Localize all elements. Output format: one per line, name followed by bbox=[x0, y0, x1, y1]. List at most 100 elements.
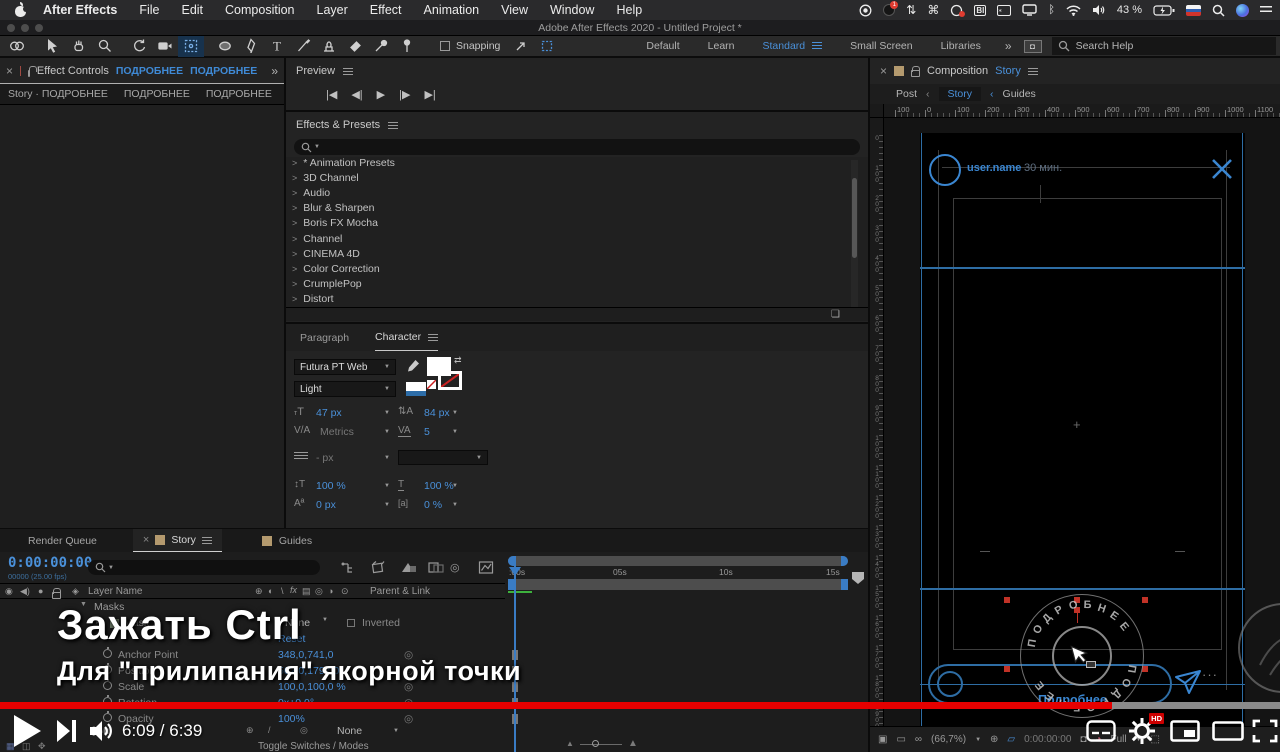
player-settings-button[interactable]: HD bbox=[1128, 717, 1156, 748]
guide-rect[interactable] bbox=[953, 198, 1222, 650]
effects-scrollbar[interactable] bbox=[851, 160, 858, 310]
stroke-style-select[interactable]: ▼ bbox=[398, 450, 488, 465]
workspace-overflow-chevron[interactable]: » bbox=[1005, 39, 1012, 53]
first-frame-button[interactable]: |◀ bbox=[326, 88, 337, 101]
player-volume-button[interactable] bbox=[88, 718, 114, 747]
mask-vertex-handle[interactable] bbox=[1004, 597, 1010, 603]
workspace-tab-learn[interactable]: Learn bbox=[708, 40, 735, 52]
property-value[interactable]: 348,0,741,0 bbox=[278, 649, 333, 661]
traffic-light-close[interactable] bbox=[7, 24, 15, 32]
workspace-manager-icon[interactable]: ◘ bbox=[1024, 40, 1042, 53]
app-badge-icon[interactable]: 1 bbox=[883, 4, 895, 16]
inverted-checkbox[interactable] bbox=[347, 619, 355, 627]
panel-close-icon[interactable]: × bbox=[880, 64, 887, 78]
last-frame-button[interactable]: ▶| bbox=[424, 88, 435, 101]
siri-icon[interactable] bbox=[1236, 4, 1249, 17]
roto-brush-tool[interactable] bbox=[368, 36, 394, 57]
panel-menu-icon[interactable] bbox=[428, 334, 438, 341]
menu-edit[interactable]: Edit bbox=[181, 3, 203, 17]
property-value[interactable]: 562,0,1797,0 bbox=[278, 665, 339, 677]
vertical-scale-caret[interactable]: ▼ bbox=[384, 483, 390, 489]
guide-v[interactable] bbox=[1226, 150, 1227, 690]
tracking-value[interactable]: 5 bbox=[424, 426, 430, 438]
tab-watermark[interactable]: ПОДРОБНЕЕ bbox=[124, 88, 190, 100]
effects-category-boris-fx-mocha[interactable]: >Boris FX Mocha bbox=[292, 217, 378, 232]
comp-canvas[interactable]: user.name 30 мин. + Подробнее ··· ПОДРОБ… bbox=[920, 133, 1245, 752]
eraser-tool[interactable] bbox=[342, 36, 368, 57]
control-center-icon[interactable] bbox=[1260, 6, 1272, 15]
swap-fill-stroke-icon[interactable]: ⇄ bbox=[454, 355, 462, 366]
wifi-icon[interactable] bbox=[1066, 5, 1081, 16]
blue-guide-h[interactable] bbox=[920, 267, 1245, 269]
panel-menu-icon[interactable] bbox=[1028, 68, 1038, 75]
stopwatch-icon[interactable] bbox=[103, 649, 112, 658]
leading-caret[interactable]: ▼ bbox=[452, 410, 458, 416]
pen-tool[interactable] bbox=[238, 36, 264, 57]
snapping-label[interactable]: Snapping bbox=[456, 40, 500, 52]
snapping-checkbox[interactable] bbox=[440, 41, 450, 51]
property-value[interactable]: 100,0,100,0 % bbox=[278, 681, 346, 693]
type-tool[interactable]: T bbox=[264, 36, 290, 57]
workspace-tab-standard[interactable]: Standard bbox=[763, 40, 823, 52]
menu-view[interactable]: View bbox=[501, 3, 528, 17]
effects-category-crumplepop[interactable]: >CrumplePop bbox=[292, 278, 362, 293]
effect-controls-title[interactable]: Effect Controls bbox=[37, 65, 109, 77]
panel-overflow-chevron[interactable]: » bbox=[271, 64, 278, 78]
unlock-icon[interactable] bbox=[28, 70, 30, 77]
menu-layer[interactable]: Layer bbox=[317, 3, 348, 17]
horizontal-scale-value[interactable]: 100 % bbox=[424, 480, 454, 492]
next-frame-button[interactable]: |▶ bbox=[399, 88, 410, 101]
player-fullscreen-button[interactable] bbox=[1252, 719, 1278, 746]
screen-record-icon[interactable] bbox=[859, 4, 872, 17]
effects-category-channel[interactable]: >Channel bbox=[292, 233, 342, 248]
workspace-tab-libraries[interactable]: Libraries bbox=[941, 40, 981, 52]
effects-category-animation-presets[interactable]: >* Animation Presets bbox=[292, 157, 395, 172]
tracking-caret[interactable]: ▼ bbox=[452, 429, 458, 435]
menu-help[interactable]: Help bbox=[616, 3, 642, 17]
horizontal-scale-caret[interactable]: ▼ bbox=[452, 483, 458, 489]
search-help-box[interactable]: Search Help bbox=[1052, 37, 1276, 55]
traffic-light-minimize[interactable] bbox=[21, 24, 29, 32]
menu-animation[interactable]: Animation bbox=[424, 3, 480, 17]
reset-link[interactable]: Reset bbox=[278, 633, 305, 645]
player-progress-track[interactable] bbox=[0, 702, 1280, 709]
player-next-button[interactable] bbox=[57, 720, 79, 745]
timeline-row-reset[interactable]: Reset bbox=[0, 632, 505, 647]
tsume-caret[interactable]: ▼ bbox=[452, 502, 458, 508]
tab-watermark[interactable]: ПОДРОБНЕЕ bbox=[206, 88, 272, 100]
player-play-button[interactable] bbox=[14, 715, 41, 747]
unlock-icon[interactable] bbox=[911, 70, 920, 77]
effects-category-color-correction[interactable]: >Color Correction bbox=[292, 263, 380, 278]
breadcrumb-story[interactable]: Story bbox=[939, 87, 982, 101]
timeline-row-anchor-point[interactable]: Anchor Point348,0,741,0◎ bbox=[0, 648, 505, 663]
sync-status-icon[interactable]: ⇅ bbox=[906, 3, 916, 17]
bluetooth-icon[interactable]: ᛒ bbox=[1048, 4, 1055, 16]
display-icon[interactable] bbox=[1022, 4, 1037, 16]
stopwatch-icon[interactable] bbox=[103, 665, 112, 674]
anchor-cross-icon[interactable]: + bbox=[1073, 417, 1081, 432]
panel-close-icon[interactable]: × bbox=[6, 64, 13, 78]
effects-search-input[interactable]: ▼ bbox=[294, 139, 860, 155]
panel-menu-icon[interactable] bbox=[343, 68, 353, 75]
snap-arrow-icon[interactable] bbox=[508, 36, 534, 57]
stroke-width-value[interactable]: - px bbox=[316, 452, 334, 464]
hand-tool[interactable] bbox=[66, 36, 92, 57]
leading-value[interactable]: 84 px bbox=[424, 407, 450, 419]
keystroke-app-icon[interactable]: ⌘ bbox=[927, 3, 939, 17]
brush-tool[interactable] bbox=[290, 36, 316, 57]
bi-app-icon[interactable]: BI bbox=[974, 5, 986, 16]
traffic-light-zoom[interactable] bbox=[35, 24, 43, 32]
panel-menu-icon[interactable] bbox=[388, 122, 398, 129]
timeline-row-position[interactable]: Position562,0,1797,0◎ bbox=[0, 664, 505, 679]
baseline-shift-value[interactable]: 0 px bbox=[316, 499, 336, 511]
tab-story-watermark[interactable]: Story · ПОДРОБНЕЕ bbox=[8, 88, 108, 100]
workspace-tab-small-screen[interactable]: Small Screen bbox=[850, 40, 912, 52]
play-button[interactable]: ▶ bbox=[377, 88, 385, 101]
baseline-shift-caret[interactable]: ▼ bbox=[384, 502, 390, 508]
font-style-select[interactable]: Light▼ bbox=[294, 381, 396, 397]
font-size-caret[interactable]: ▼ bbox=[384, 410, 390, 416]
breadcrumb-guides[interactable]: Guides bbox=[1003, 88, 1036, 100]
new-animation-preset-icon[interactable]: ❏ bbox=[831, 309, 840, 320]
player-theater-button[interactable] bbox=[1212, 721, 1244, 744]
kerning-caret[interactable]: ▼ bbox=[384, 429, 390, 435]
